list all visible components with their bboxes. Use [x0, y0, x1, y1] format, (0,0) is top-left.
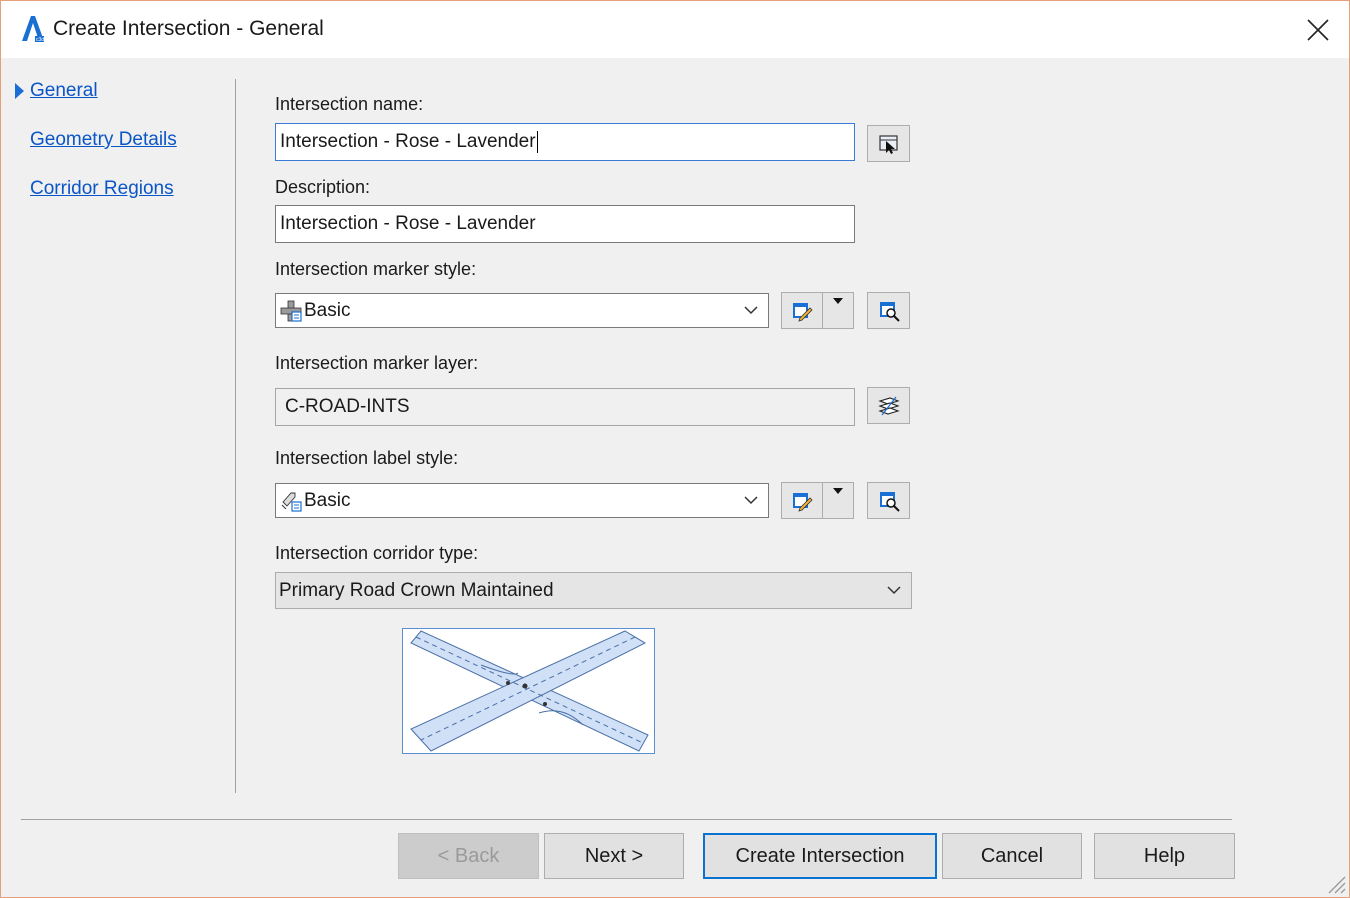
marker-layer-field: C-ROAD-INTS — [275, 388, 855, 426]
corridor-type-select[interactable]: Primary Road Crown Maintained — [275, 572, 912, 609]
active-page-arrow-icon — [15, 83, 24, 99]
marker-style-preview-button[interactable] — [867, 292, 910, 329]
label-style-icon — [281, 492, 302, 512]
resize-grip-icon[interactable] — [1323, 871, 1347, 895]
marker-style-select[interactable]: Basic — [275, 293, 769, 328]
edit-style-icon — [793, 302, 813, 322]
marker-style-label: Intersection marker style: — [275, 259, 477, 279]
back-button[interactable]: < Back — [398, 833, 539, 879]
dropdown-triangle-icon — [833, 488, 843, 494]
nav-item-corridor-regions[interactable]: Corridor Regions — [30, 178, 174, 200]
autocad-civil-icon: c3d — [22, 16, 44, 43]
chevron-down-icon — [744, 495, 758, 504]
label-style-edit-dropdown[interactable] — [823, 483, 853, 518]
label-style-preview-button[interactable] — [867, 482, 910, 519]
pick-from-drawing-icon — [878, 134, 898, 154]
layer-stack-icon — [877, 396, 900, 415]
description-input[interactable]: Intersection - Rose - Lavender — [275, 205, 855, 243]
chevron-down-icon — [744, 305, 758, 314]
style-preview-icon — [879, 491, 900, 512]
label-style-edit-button[interactable] — [782, 483, 823, 518]
label-style-select[interactable]: Basic — [275, 483, 769, 518]
corridor-type-preview-image — [402, 628, 655, 754]
marker-style-icon — [280, 300, 302, 322]
nav-item-general[interactable]: General — [30, 80, 98, 102]
corridor-type-value: Primary Road Crown Maintained — [279, 579, 554, 601]
corridor-type-label: Intersection corridor type: — [275, 543, 479, 563]
intersection-name-input[interactable]: Intersection - Rose - Lavender — [275, 123, 855, 161]
label-style-label: Intersection label style: — [275, 448, 459, 468]
description-label: Description: — [275, 177, 371, 197]
nav-item-geometry-details[interactable]: Geometry Details — [30, 129, 177, 151]
close-icon — [1307, 19, 1329, 41]
intersection-name-value: Intersection - Rose - Lavender — [280, 131, 536, 152]
marker-layer-value: C-ROAD-INTS — [285, 396, 410, 417]
create-intersection-button[interactable]: Create Intersection — [703, 833, 937, 879]
dropdown-triangle-icon — [833, 298, 843, 304]
marker-style-value: Basic — [304, 299, 351, 321]
chevron-down-icon — [887, 585, 901, 594]
pick-from-drawing-button[interactable] — [867, 125, 910, 162]
title-bar: c3d Create Intersection - General — [1, 1, 1349, 58]
marker-layer-label: Intersection marker layer: — [275, 353, 479, 373]
intersection-name-label: Intersection name: — [275, 94, 424, 114]
dialog-window: c3d Create Intersection - General Genera… — [0, 0, 1350, 898]
close-button[interactable] — [1301, 13, 1335, 47]
label-style-edit-split-button[interactable] — [781, 482, 854, 519]
cancel-button[interactable]: Cancel — [942, 833, 1082, 879]
nav-divider — [235, 79, 236, 793]
edit-style-icon — [793, 492, 813, 512]
footer-divider — [21, 819, 1232, 820]
next-button[interactable]: Next > — [544, 833, 684, 879]
text-caret — [536, 131, 538, 153]
svg-text:c3d: c3d — [36, 37, 44, 43]
window-title: Create Intersection - General — [53, 17, 324, 40]
marker-layer-button[interactable] — [867, 387, 910, 424]
marker-style-edit-split-button[interactable] — [781, 292, 854, 329]
label-style-value: Basic — [304, 489, 351, 511]
intersection-preview-graphic — [410, 630, 649, 752]
marker-style-edit-button[interactable] — [782, 293, 823, 328]
description-value: Intersection - Rose - Lavender — [280, 213, 536, 234]
help-button[interactable]: Help — [1094, 833, 1235, 879]
marker-style-edit-dropdown[interactable] — [823, 293, 853, 328]
style-preview-icon — [879, 301, 900, 322]
